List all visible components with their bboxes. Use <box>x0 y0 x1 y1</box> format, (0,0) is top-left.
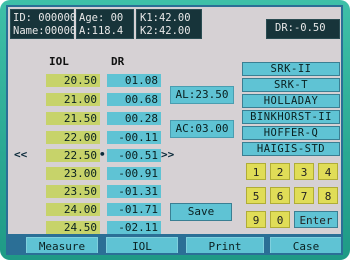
scroll-right-arrow[interactable]: >> <box>161 148 174 161</box>
tab-print[interactable]: Print <box>186 237 264 253</box>
iol-value[interactable]: 23.50 <box>46 185 100 198</box>
dr-value: 01.08 <box>107 74 161 87</box>
scroll-left-arrow[interactable]: << <box>14 148 27 161</box>
tab-measure[interactable]: Measure <box>26 237 98 253</box>
ac-field[interactable]: AC:03.00 <box>170 120 234 138</box>
key-1[interactable]: 1 <box>246 163 266 180</box>
save-button[interactable]: Save <box>170 203 232 221</box>
tab-iol[interactable]: IOL <box>106 237 178 253</box>
key-2[interactable]: 2 <box>270 163 290 180</box>
iol-value[interactable]: 23.00 <box>46 167 100 180</box>
dr-value: -01.31 <box>107 185 161 198</box>
formula-srk-t[interactable]: SRK-T <box>242 78 340 92</box>
key-7[interactable]: 7 <box>294 187 314 204</box>
iol-value-selected[interactable]: 22.50 <box>46 149 100 162</box>
dr-value: -00.11 <box>107 131 161 144</box>
dr-value-selected: -00.51 <box>107 149 161 162</box>
formula-haigis-std[interactable]: HAIGIS-STD <box>242 142 340 156</box>
dr-value: -00.91 <box>107 167 161 180</box>
device-frame: ID: 000000 Name:000000 Age: 00 A:118.4 K… <box>0 0 350 260</box>
dr-value: 00.68 <box>107 93 161 106</box>
dr-value: -02.11 <box>107 221 161 234</box>
key-5[interactable]: 5 <box>246 187 266 204</box>
selection-dot-icon: • <box>99 148 106 161</box>
formula-binkhorst-ii[interactable]: BINKHORST-II <box>242 110 340 124</box>
key-4[interactable]: 4 <box>318 163 338 180</box>
dr-column-header: DR <box>111 55 125 68</box>
dr-value: 00.28 <box>107 112 161 125</box>
iol-value[interactable]: 20.50 <box>46 74 100 87</box>
iol-value[interactable]: 21.50 <box>46 112 100 125</box>
tab-case[interactable]: Case <box>270 237 341 253</box>
enter-key[interactable]: Enter <box>294 211 338 228</box>
formula-holladay[interactable]: HOLLADAY <box>242 94 340 108</box>
dr-panel: DR:-0.50 <box>266 19 340 39</box>
formula-srk-ii[interactable]: SRK-II <box>242 62 340 76</box>
key-3[interactable]: 3 <box>294 163 314 180</box>
dr-value: -01.71 <box>107 203 161 216</box>
key-6[interactable]: 6 <box>270 187 290 204</box>
iol-value[interactable]: 21.00 <box>46 93 100 106</box>
al-field[interactable]: AL:23.50 <box>170 86 234 104</box>
iol-value[interactable]: 22.00 <box>46 131 100 144</box>
formula-hoffer-q[interactable]: HOFFER-Q <box>242 126 340 140</box>
iol-value[interactable]: 24.50 <box>46 221 100 234</box>
key-9[interactable]: 9 <box>246 211 266 228</box>
id-name-panel: ID: 000000 Name:000000 <box>10 9 83 39</box>
iol-column-header: IOL <box>49 55 69 68</box>
key-0[interactable]: 0 <box>270 211 290 228</box>
key-8[interactable]: 8 <box>318 187 338 204</box>
lcd-screen: ID: 000000 Name:000000 Age: 00 A:118.4 K… <box>6 5 343 255</box>
age-a-panel: Age: 00 A:118.4 <box>76 9 134 39</box>
k-values-panel: K1:42.00 K2:42.00 <box>136 9 202 39</box>
iol-value[interactable]: 24.00 <box>46 203 100 216</box>
